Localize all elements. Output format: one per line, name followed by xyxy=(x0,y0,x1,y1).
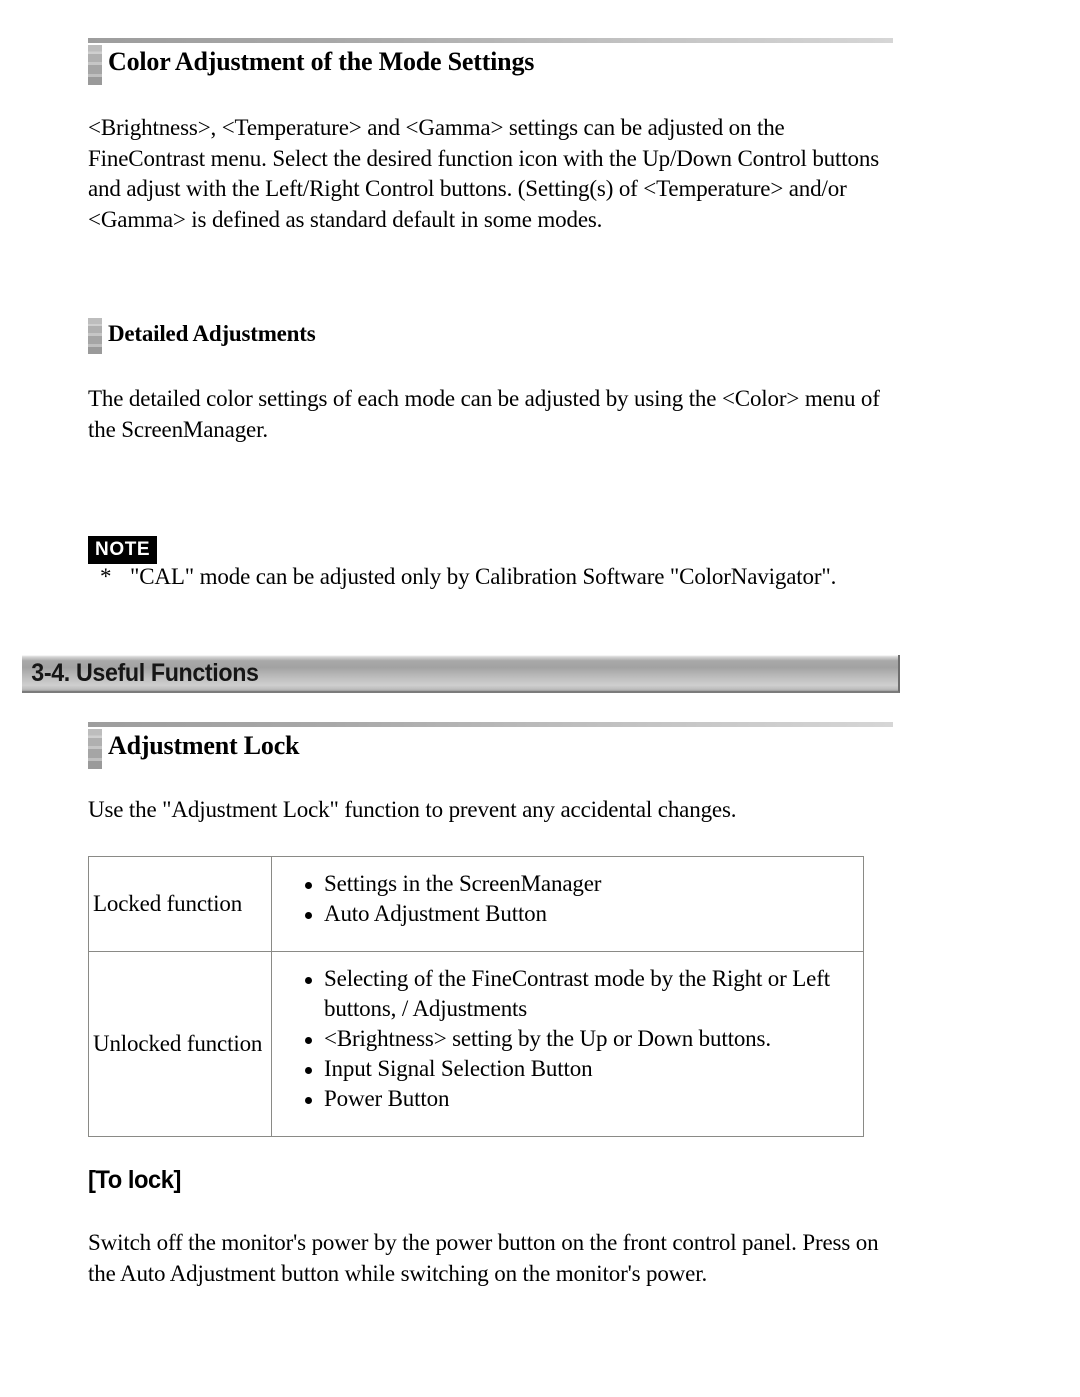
paragraph-adjustment-lock: Use the "Adjustment Lock" function to pr… xyxy=(88,797,737,822)
table-cell-items: Selecting of the FineContrast mode by th… xyxy=(271,951,864,1137)
heading-rule xyxy=(88,722,893,727)
heading-text: Detailed Adjustments xyxy=(108,321,316,346)
paragraph-detailed-adjustments: The detailed color settings of each mode… xyxy=(88,386,880,442)
heading-marker-icon xyxy=(88,318,102,354)
heading-adjustment-lock: Adjustment Lock xyxy=(88,722,898,772)
table-cell-items: Settings in the ScreenManager Auto Adjus… xyxy=(271,856,864,952)
table-cell-label: Unlocked function xyxy=(88,951,272,1137)
note-text: "CAL" mode can be adjusted only by Calib… xyxy=(130,564,837,589)
list-item: Auto Adjustment Button xyxy=(272,899,863,929)
document-page: Color Adjustment of the Mode Settings <B… xyxy=(0,0,1080,1397)
list-item: <Brightness> setting by the Up or Down b… xyxy=(272,1024,863,1054)
note-text-line: * "CAL" mode can be adjusted only by Cali… xyxy=(100,562,836,592)
table-cell-label: Locked function xyxy=(88,856,272,952)
paragraph-color-adjustment: <Brightness>, <Temperature> and <Gamma> … xyxy=(88,115,880,232)
table-body: Locked function Settings in the ScreenMa… xyxy=(88,856,864,1137)
heading-to-lock: [To lock] xyxy=(88,1166,181,1194)
bullet-list: Selecting of the FineContrast mode by th… xyxy=(272,964,863,1114)
table-row: Locked function Settings in the ScreenMa… xyxy=(88,856,864,952)
heading-text: Color Adjustment of the Mode Settings xyxy=(108,47,535,76)
heading-rule xyxy=(88,38,893,43)
heading-marker-icon xyxy=(88,45,102,85)
heading-detailed-adjustments: Detailed Adjustments xyxy=(88,318,588,360)
note-badge: NOTE xyxy=(88,536,158,564)
section-header-title: 3-4. Useful Functions xyxy=(31,658,259,687)
list-item: Input Signal Selection Button xyxy=(272,1054,863,1084)
paragraph-to-lock: Switch off the monitor's power by the po… xyxy=(88,1230,879,1286)
bullet-list: Settings in the ScreenManager Auto Adjus… xyxy=(272,869,863,929)
section-header-bar: 3-4. Useful Functions xyxy=(22,655,900,693)
table-row: Unlocked function Selecting of the FineC… xyxy=(88,951,864,1137)
heading-text: Adjustment Lock xyxy=(108,731,300,760)
list-item: Selecting of the FineContrast mode by th… xyxy=(272,964,863,1024)
heading-color-adjustment: Color Adjustment of the Mode Settings xyxy=(88,38,898,88)
list-item: Power Button xyxy=(272,1084,863,1114)
list-item: Settings in the ScreenManager xyxy=(272,869,863,899)
heading-marker-icon xyxy=(88,729,102,769)
note-asterisk: * xyxy=(100,564,112,589)
adjustment-lock-table: Locked function Settings in the ScreenMa… xyxy=(88,856,864,1137)
